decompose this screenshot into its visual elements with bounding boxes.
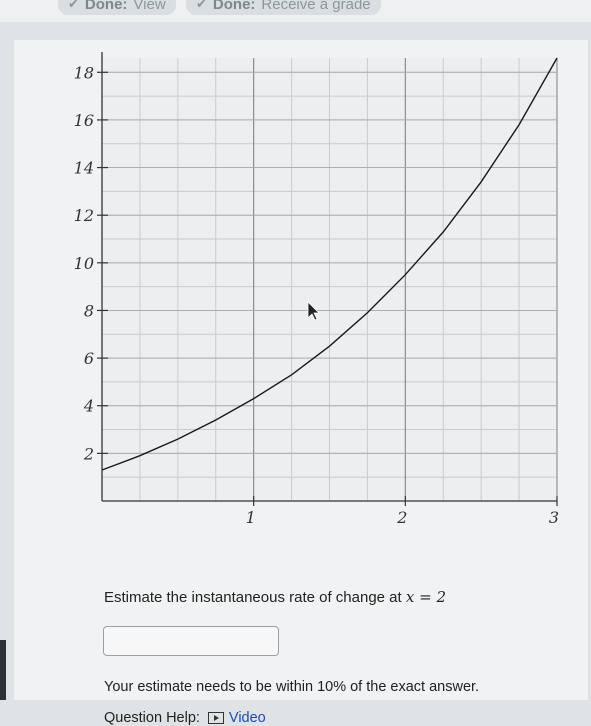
status-done-label: Done: [212, 0, 256, 13]
status-item-grade[interactable]: ✔ Done: Receive a grade [186, 0, 381, 15]
checkmark-icon: ✔ [196, 0, 207, 11]
tolerance-note: Your estimate needs to be within 10% of … [104, 679, 480, 695]
answer-input[interactable] [103, 626, 279, 656]
status-text: Receive a grade [261, 0, 371, 13]
y-tick-label: 2 [83, 444, 94, 463]
question-text: Estimate the instantaneous rate of chang… [104, 588, 446, 606]
y-tick-label: 16 [74, 111, 94, 130]
question-prompt: Estimate the instantaneous rate of chang… [104, 589, 402, 606]
question-math: x = 2 [405, 588, 446, 606]
y-tick-label: 4 [83, 397, 94, 416]
play-video-icon [207, 712, 224, 724]
x-tick-label: 1 [246, 508, 256, 527]
y-tick-label: 14 [74, 159, 94, 178]
video-link[interactable]: Video [207, 710, 266, 726]
y-tick-label: 10 [74, 254, 94, 273]
function-graph: 246810121416181 2 3 [74, 52, 559, 527]
video-link-label: Video [228, 710, 266, 726]
y-tick-label: 6 [84, 349, 94, 368]
checkmark-icon: ✔ [68, 0, 79, 11]
y-tick-label: 8 [84, 301, 94, 320]
y-tick-label: 12 [74, 206, 94, 225]
question-help-label: Question Help: [104, 710, 200, 726]
question-help: Question Help: Video [104, 710, 266, 726]
y-tick-label: 18 [74, 63, 94, 82]
status-done-label: Done: [84, 0, 128, 13]
status-text: View [133, 0, 166, 13]
x-tick-label: 2 [396, 508, 407, 527]
side-edge [0, 640, 6, 700]
top-status-bar: ✔ Done: View ✔ Done: Receive a grade [0, 0, 591, 22]
x-tick-label: 3 [549, 508, 559, 527]
status-item-view[interactable]: ✔ Done: View [58, 0, 176, 15]
question-page: 2 4 6 8 10 12 14 16 18 1 2 3 Estimate the instantan… [14, 40, 588, 726]
